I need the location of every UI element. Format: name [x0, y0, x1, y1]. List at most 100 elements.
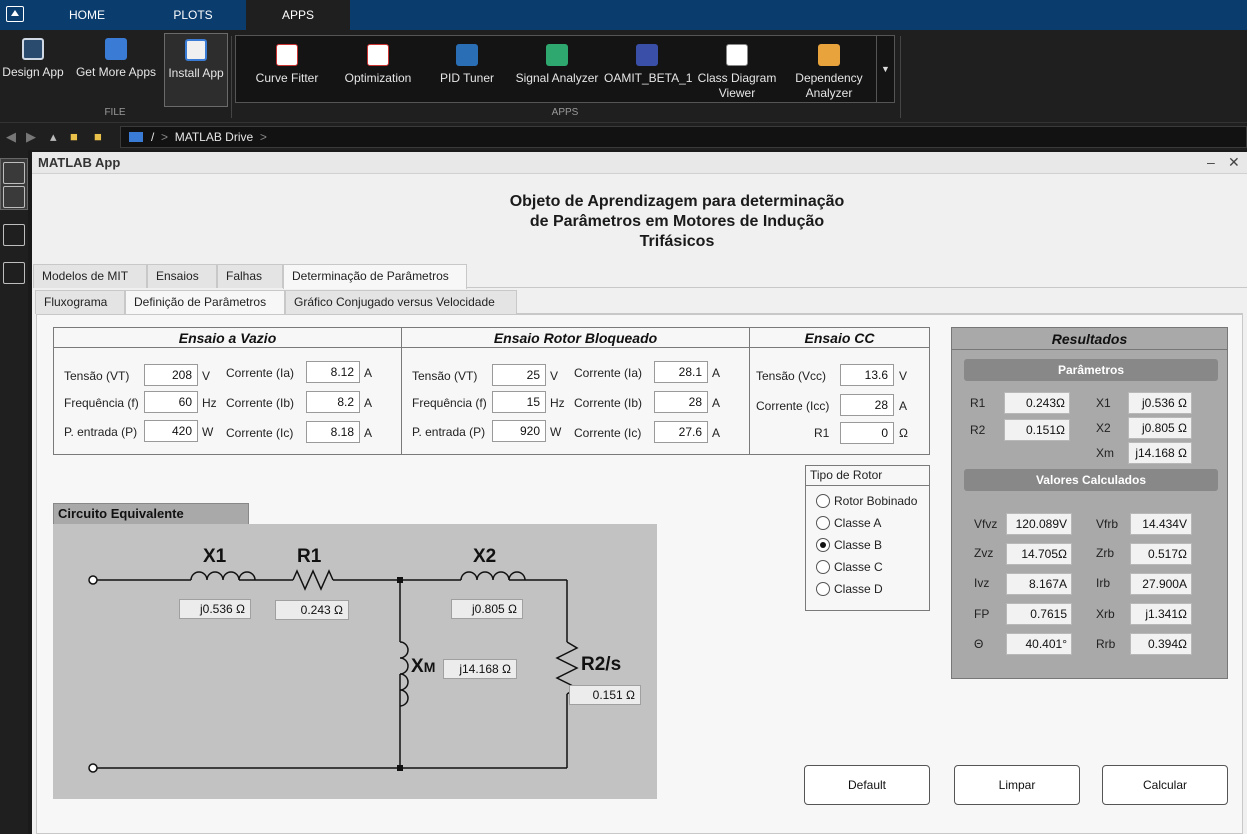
default-button[interactable]: Default	[804, 765, 930, 805]
tab-ensaios[interactable]: Ensaios	[147, 264, 217, 288]
optimization-app[interactable]: Optimization	[338, 44, 418, 86]
tab-definicao-de-parametros[interactable]: Definição de Parâmetros	[125, 290, 285, 315]
install-app-button[interactable]: Install App	[164, 33, 228, 107]
dependency-analyzer-app[interactable]: Dependency Analyzer	[788, 44, 870, 101]
design-app-icon	[22, 38, 44, 60]
get-more-apps-button[interactable]: Get More Apps	[72, 38, 160, 80]
res-theta-label: Θ	[974, 637, 984, 651]
cc-r1-field[interactable]: 0	[840, 422, 894, 444]
res-vfrb-value: 14.434V	[1130, 513, 1192, 535]
minimize-icon[interactable]: –	[1207, 154, 1215, 170]
design-app-button[interactable]: Design App	[0, 38, 66, 80]
terminal-top	[88, 575, 98, 585]
cc-corrente-label: Corrente (Icc)	[756, 399, 830, 413]
command-history-icon[interactable]	[3, 262, 25, 284]
cc-tensao-field[interactable]: 13.6	[840, 364, 894, 386]
close-icon[interactable]: ✕	[1228, 154, 1240, 171]
path-separator[interactable]: >	[260, 130, 267, 144]
circuito-equivalente-diagram: X1 j0.536 Ω R1 0.243 Ω X2 j0.805 Ω XM j1…	[53, 524, 657, 799]
browse-folder-icon[interactable]: ■	[94, 129, 102, 144]
folder-icon[interactable]: ■	[70, 129, 78, 144]
vazio-tensao-field[interactable]: 208	[144, 364, 198, 386]
toolstrip-ribbon: Design App Get More Apps Install App FIL…	[0, 30, 1247, 122]
res-r1-label: R1	[970, 396, 986, 410]
tab-apps[interactable]: APPS	[246, 0, 350, 30]
radio-button[interactable]	[816, 538, 830, 552]
res-x2-value: j0.805 Ω	[1128, 417, 1192, 439]
tab-modelos-de-mit[interactable]: Modelos de MIT	[33, 264, 147, 288]
bloqueado-potencia-label: P. entrada (P)	[412, 425, 486, 439]
vazio-ia-unit: A	[364, 366, 373, 380]
res-fp-value: 0.7615	[1006, 603, 1072, 625]
res-rrb-label: Rrb	[1096, 637, 1116, 651]
oamit-beta-app[interactable]: OAMIT_BETA_1	[604, 44, 692, 86]
radio-button[interactable]	[816, 516, 830, 530]
bloqueado-potencia-field[interactable]: 920	[492, 420, 546, 442]
bloqueado-ia-label: Corrente (Ia)	[574, 366, 643, 380]
res-xm-label: Xm	[1096, 446, 1114, 460]
tab-determinacao-de-parametros[interactable]: Determinação de Parâmetros	[283, 264, 467, 289]
bloqueado-frequencia-label: Frequência (f)	[412, 396, 487, 410]
gallery-expand-icon[interactable]: ▼	[876, 36, 894, 102]
vazio-frequencia-field[interactable]: 60	[144, 391, 198, 413]
x1-value: j0.536 Ω	[179, 599, 251, 619]
workspace-panel-icon[interactable]	[3, 186, 25, 208]
x1-inductor	[190, 571, 256, 581]
bloqueado-tensao-field[interactable]: 25	[492, 364, 546, 386]
path-matlab-drive[interactable]: MATLAB Drive	[175, 130, 253, 144]
tab-plots[interactable]: PLOTS	[158, 0, 228, 30]
back-arrow-icon[interactable]: ◀	[6, 129, 16, 145]
res-xm-value: j14.168 Ω	[1128, 442, 1192, 464]
radio-button[interactable]	[816, 560, 830, 574]
res-irb-value: 27.900A	[1130, 573, 1192, 595]
bloqueado-tensao-label: Tensão (VT)	[412, 369, 478, 383]
pid-tuner-app[interactable]: PID Tuner	[432, 44, 502, 86]
bloqueado-ia-field[interactable]: 28.1	[654, 361, 708, 383]
matlab-logo-icon[interactable]	[6, 6, 24, 22]
files-panel-icon[interactable]	[3, 162, 25, 184]
definicao-parametros-panel: Ensaio a Vazio Tensão (VT) 208 V Frequên…	[36, 314, 1243, 834]
radio-button[interactable]	[816, 494, 830, 508]
forward-arrow-icon[interactable]: ▶	[26, 129, 36, 145]
bloqueado-ic-field[interactable]: 27.6	[654, 421, 708, 443]
res-x1-value: j0.536 Ω	[1128, 392, 1192, 414]
cc-corrente-unit: A	[899, 399, 908, 413]
bloqueado-frequencia-field[interactable]: 15	[492, 391, 546, 413]
vazio-frequencia-label: Frequência (f)	[64, 396, 139, 410]
tab-baseline	[467, 287, 1247, 288]
find-files-icon[interactable]	[3, 224, 25, 246]
tab-falhas[interactable]: Falhas	[217, 264, 283, 288]
r1-label: R1	[297, 546, 322, 567]
vazio-ic-field[interactable]: 8.18	[306, 421, 360, 443]
up-folder-icon[interactable]: ▴	[50, 129, 57, 145]
xm-inductor	[399, 641, 409, 707]
curve-fitter-icon	[276, 44, 298, 66]
main-tab-bar: Modelos de MIT Ensaios Falhas Determinaç…	[32, 264, 1247, 289]
calcular-button[interactable]: Calcular	[1102, 765, 1228, 805]
curve-fitter-app[interactable]: Curve Fitter	[250, 44, 324, 86]
tab-grafico-conjugado[interactable]: Gráfico Conjugado versus Velocidade	[285, 290, 517, 314]
limpar-button[interactable]: Limpar	[954, 765, 1080, 805]
class-diagram-viewer-app[interactable]: Class Diagram Viewer	[696, 44, 778, 101]
bloqueado-ib-field[interactable]: 28	[654, 391, 708, 413]
install-icon	[185, 39, 207, 61]
tab-fluxograma[interactable]: Fluxograma	[35, 290, 125, 314]
optimization-icon	[367, 44, 389, 66]
vazio-ib-label: Corrente (Ib)	[226, 396, 295, 410]
r1-resistor	[292, 569, 334, 591]
radio-button[interactable]	[816, 582, 830, 596]
vazio-ia-field[interactable]: 8.12	[306, 361, 360, 383]
radio-label: Classe A	[834, 516, 882, 530]
cc-corrente-field[interactable]: 28	[840, 394, 894, 416]
current-folder-path[interactable]: / > MATLAB Drive >	[120, 126, 1247, 148]
signal-analyzer-app[interactable]: Signal Analyzer	[512, 44, 602, 86]
vazio-ib-field[interactable]: 8.2	[306, 391, 360, 413]
vazio-potencia-field[interactable]: 420	[144, 420, 198, 442]
window-title: MATLAB App	[38, 155, 121, 170]
matlab-desktop: HOME PLOTS APPS Design App Get More Apps…	[0, 0, 1247, 834]
ensaio-vazio-panel: Ensaio a Vazio Tensão (VT) 208 V Frequên…	[53, 327, 402, 455]
terminal-bottom	[88, 763, 98, 773]
tab-home[interactable]: HOME	[52, 0, 122, 30]
x2-label: X2	[473, 546, 497, 567]
resultados-title: Resultados	[952, 328, 1227, 350]
